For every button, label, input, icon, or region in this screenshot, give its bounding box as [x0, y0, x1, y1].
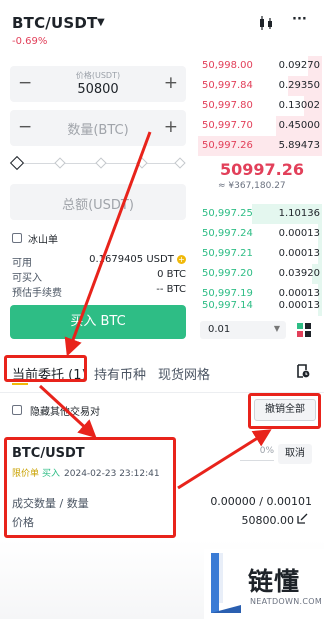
arrow-to-cancel-all: [177, 429, 272, 490]
watermark-site: NEATDOWN.COM: [250, 597, 323, 606]
arrow-to-order: [38, 384, 97, 439]
watermark-logo: [211, 553, 241, 613]
watermark-name: 链懂: [248, 567, 301, 596]
annotation-arrows: [38, 131, 272, 490]
arrow-to-tab: [64, 131, 152, 357]
